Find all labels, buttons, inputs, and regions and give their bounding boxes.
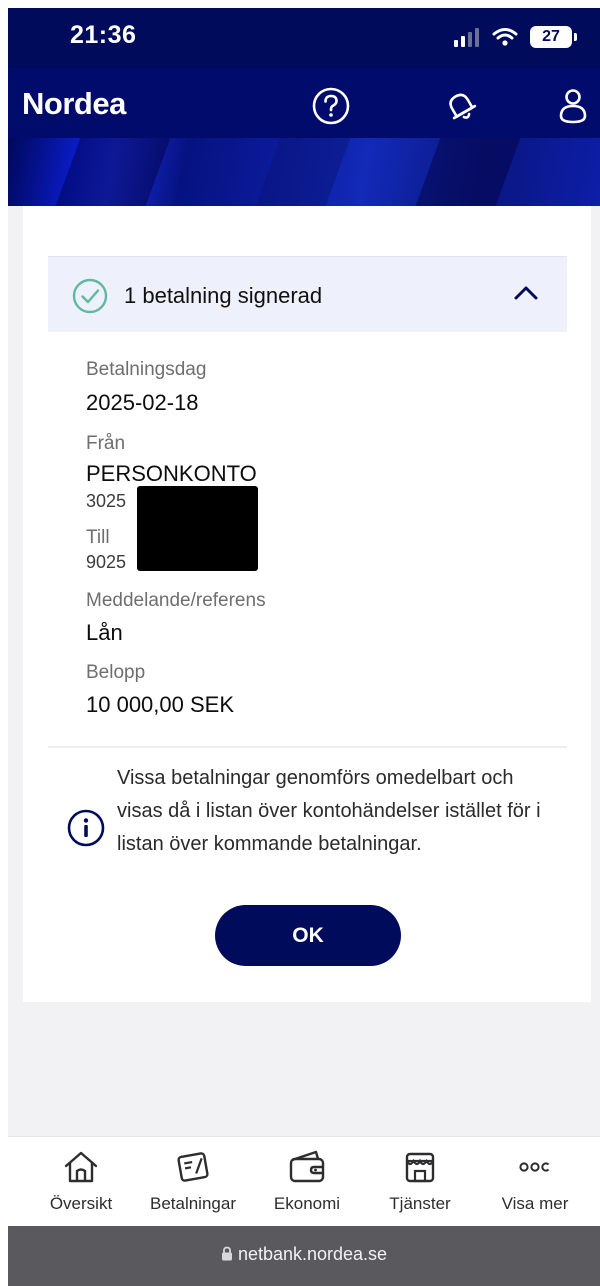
wallet-icon [289, 1150, 325, 1183]
url-text: netbank.nordea.se [237, 1244, 388, 1264]
chevron-up-icon[interactable] [513, 283, 539, 301]
ok-button[interactable]: OK [215, 905, 401, 966]
store-icon [405, 1152, 435, 1183]
payment-date-value: 2025-02-18 [86, 390, 199, 415]
status-time: 21:36 [70, 21, 137, 49]
status-icons: 27 [454, 26, 577, 48]
wifi-icon [492, 28, 518, 46]
url-display: netbank.nordea.se [8, 1244, 600, 1265]
message-value: Lån [86, 620, 123, 645]
nav-item-tjanster[interactable]: Tjänster [365, 1137, 475, 1227]
nav-item-ekonomi[interactable]: Ekonomi [252, 1137, 362, 1227]
app-header: Nordea [8, 68, 600, 206]
message-label: Meddelande/referens [86, 590, 266, 611]
check-circle-icon [72, 278, 108, 314]
profile-icon[interactable] [553, 86, 593, 126]
nav-label: Ekonomi [273, 1194, 341, 1213]
nav-item-visa-mer[interactable]: Visa mer [480, 1137, 590, 1227]
amount-value: 10 000,00 SEK [86, 692, 235, 717]
nav-item-oversikt[interactable]: Översikt [26, 1137, 136, 1227]
home-icon [64, 1151, 98, 1183]
info-message: Vissa betalningar genomförs omedelbart o… [117, 767, 541, 855]
from-account-number: 3025 [86, 491, 127, 511]
nav-label: Översikt [49, 1194, 113, 1213]
more-icon [519, 1162, 550, 1172]
nav-label: Betalningar [149, 1194, 236, 1213]
divider [48, 746, 567, 748]
info-icon [67, 809, 105, 847]
payment-accordion-header[interactable]: 1 betalning signerad [48, 256, 567, 332]
payments-icon [177, 1152, 209, 1182]
from-label: Från [86, 433, 126, 454]
to-account-number: 9025 [86, 552, 127, 572]
lock-icon [221, 1246, 232, 1261]
signal-icon [454, 28, 479, 47]
redacted-block [137, 486, 258, 571]
accordion-title: 1 betalning signerad [124, 283, 323, 308]
nordea-logo: Nordea [22, 86, 126, 121]
amount-label: Belopp [86, 662, 146, 683]
battery-indicator: 27 [530, 26, 577, 48]
status-bar: 21:36 27 [8, 8, 600, 68]
help-icon[interactable] [311, 86, 351, 126]
payment-date-label: Betalningsdag [86, 359, 207, 380]
to-label: Till [86, 527, 110, 548]
nav-item-betalningar[interactable]: Betalningar [138, 1137, 248, 1227]
nav-label: Visa mer [501, 1194, 569, 1213]
from-account-name: PERSONKONTO [86, 461, 257, 486]
browser-url-bar[interactable]: netbank.nordea.se [8, 1226, 600, 1286]
bottom-navigation: Översikt Betalningar Ekonomi Tjänster Vi… [8, 1136, 600, 1226]
bell-icon[interactable] [441, 86, 481, 126]
nav-label: Tjänster [389, 1194, 451, 1213]
